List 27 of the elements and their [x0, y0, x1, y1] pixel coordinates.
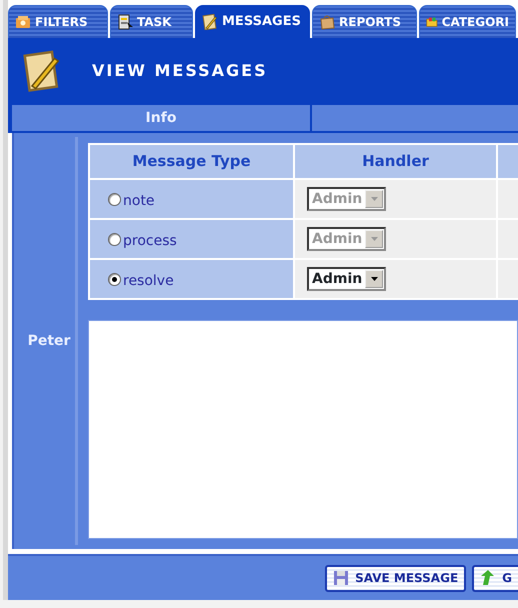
save-icon [333, 570, 350, 586]
radio-label: resolve [123, 272, 174, 290]
page-title: VIEW MESSAGES [92, 60, 268, 82]
tab[interactable]: TASK [110, 5, 193, 38]
radio-label: process [123, 232, 177, 250]
box-icon [15, 14, 31, 30]
tab[interactable]: FILTERS [8, 5, 108, 38]
tab[interactable]: MESSAGES [195, 5, 310, 38]
notepad-icon [202, 14, 218, 30]
radio-label: note [123, 192, 155, 210]
document-icon [117, 14, 133, 30]
bag-icon [319, 14, 335, 30]
column-header: Handler [295, 145, 496, 178]
tab[interactable]: REPORTS [312, 5, 417, 38]
radio-button[interactable] [108, 272, 121, 286]
toolbar-button[interactable]: SAVE MESSAGE [325, 564, 466, 592]
caret-icon [370, 277, 378, 281]
tab[interactable]: CATEGORI [419, 5, 516, 38]
handler-dropdown[interactable]: Admin [307, 267, 386, 291]
column-header [498, 145, 518, 178]
arrow-icon [480, 570, 496, 586]
caret-icon [370, 237, 378, 241]
column-header: Message Type [90, 145, 293, 178]
person-name: Peter [28, 332, 70, 350]
column-header: Info [12, 105, 310, 131]
caret-icon [370, 197, 378, 201]
toolbar-button[interactable]: G [472, 564, 518, 592]
